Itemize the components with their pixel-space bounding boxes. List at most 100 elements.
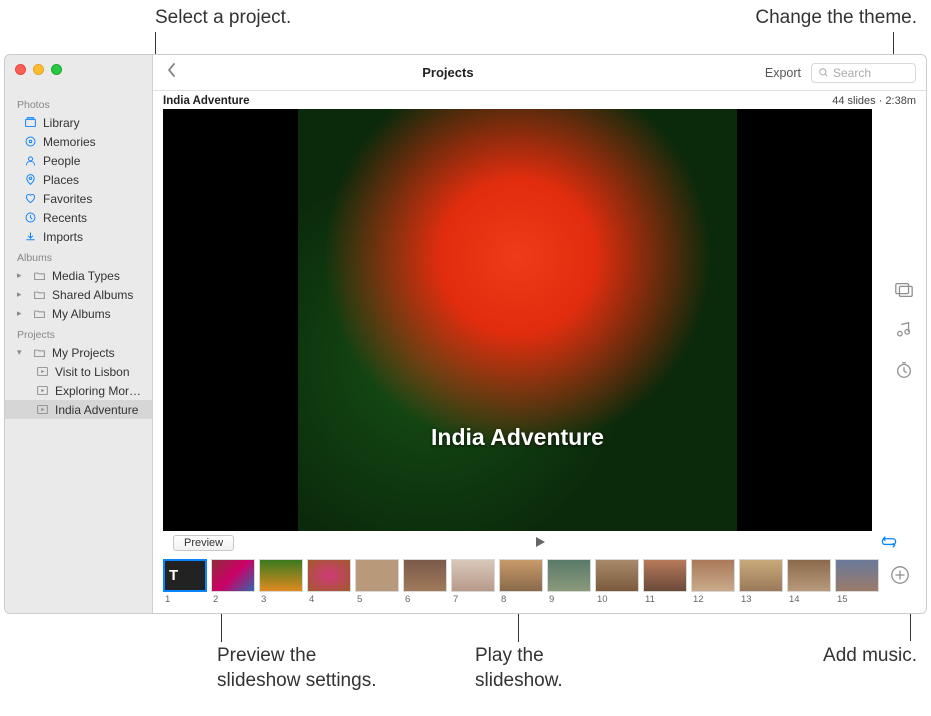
loop-button[interactable] [880,535,898,552]
folder-icon [32,269,46,283]
thumb-num: 9 [547,594,554,605]
sidebar-item-recents[interactable]: Recents [5,208,152,227]
thumb[interactable]: 4 [307,559,351,605]
people-icon [23,154,37,168]
thumb[interactable]: 12 [691,559,735,605]
callout-select-project: Select a project. [155,6,291,31]
sidebar-item-exploring[interactable]: Exploring Mor… [5,381,152,400]
app-window: Photos Library Memories People Places [4,54,927,614]
sidebar-item-label: Memories [43,135,96,149]
heart-icon [23,192,37,206]
viewer-area: India Adventure [153,109,926,531]
preview-button[interactable]: Preview [173,535,234,551]
sidebar-item-my-albums[interactable]: ▸ My Albums [5,304,152,323]
sidebar-item-shared-albums[interactable]: ▸ Shared Albums [5,285,152,304]
callout-change-theme: Change the theme. [755,6,917,31]
main-area: Projects Export Search India Adventure 4… [153,55,926,613]
folder-icon [32,307,46,321]
library-icon [23,116,37,130]
thumb-num: 11 [643,594,655,605]
thumb[interactable]: 7 [451,559,495,605]
thumb-num: 4 [307,594,314,605]
sidebar-item-label: Recents [43,211,87,225]
controls-row: Preview [153,531,926,555]
callout-add-music: Add music. [823,644,917,669]
section-header-albums: Albums [5,246,152,266]
thumb-num: 6 [403,594,410,605]
thumb[interactable]: 3 [259,559,303,605]
sidebar-item-label: Exploring Mor… [55,384,141,398]
thumb-num: 8 [499,594,506,605]
sidebar-item-india-adventure[interactable]: India Adventure [5,400,152,419]
thumb-num: 14 [787,594,800,605]
sidebar-item-places[interactable]: Places [5,170,152,189]
sidebar-item-label: My Projects [52,346,115,360]
thumb[interactable]: 14 [787,559,831,605]
thumb-num: 12 [691,594,704,605]
sidebar-item-label: Media Types [52,269,120,283]
side-tools [882,109,926,531]
sidebar-item-label: Visit to Lisbon [55,365,130,379]
sidebar-item-memories[interactable]: Memories [5,132,152,151]
sidebar: Photos Library Memories People Places [5,55,153,613]
thumb[interactable]: 13 [739,559,783,605]
sidebar-item-my-projects[interactable]: ▾ My Projects [5,343,152,362]
clock-icon [23,211,37,225]
thumb-num: 1 [163,594,170,605]
project-header: India Adventure 44 slides · 2:38m [153,91,926,109]
slideshow-icon [35,403,49,417]
thumb[interactable]: 15 [835,559,879,605]
minimize-button[interactable] [33,64,44,75]
sidebar-item-favorites[interactable]: Favorites [5,189,152,208]
thumb[interactable]: 5 [355,559,399,605]
close-button[interactable] [15,64,26,75]
slideshow-icon [35,365,49,379]
places-icon [23,173,37,187]
thumb-num: 2 [211,594,218,605]
thumb-num: 5 [355,594,362,605]
slideshow-viewer[interactable]: India Adventure [163,109,872,531]
thumb[interactable]: 9 [547,559,591,605]
section-header-photos: Photos [5,93,152,113]
music-button[interactable] [893,319,915,341]
disclosure-down-icon: ▾ [17,347,26,358]
thumb-title[interactable]: T 1 [163,559,207,605]
play-button[interactable] [533,535,547,552]
sidebar-item-label: Shared Albums [52,288,133,302]
title-mark: T [169,567,178,584]
thumb[interactable]: 8 [499,559,543,605]
sidebar-item-visit-lisbon[interactable]: Visit to Lisbon [5,362,152,381]
sidebar-item-people[interactable]: People [5,151,152,170]
thumb-num: 10 [595,594,608,605]
sidebar-item-label: India Adventure [55,403,138,417]
thumb-num: 15 [835,594,848,605]
download-icon [23,230,37,244]
sidebar-item-label: Favorites [43,192,92,206]
thumb[interactable]: 6 [403,559,447,605]
titlebar [5,55,926,75]
project-meta: 44 slides · 2:38m [832,95,916,107]
thumb-num: 3 [259,594,266,605]
thumb[interactable]: 10 [595,559,639,605]
disclosure-icon: ▸ [17,289,26,300]
thumb-num: 13 [739,594,752,605]
thumb[interactable]: 2 [211,559,255,605]
sidebar-item-library[interactable]: Library [5,113,152,132]
sidebar-item-label: Library [43,116,80,130]
slideshow-icon [35,384,49,398]
theme-button[interactable] [893,279,915,301]
zoom-button[interactable] [51,64,62,75]
filmstrip-wrap: T 1 2 3 4 5 6 7 8 9 10 11 12 13 14 15 [153,555,926,613]
sidebar-item-label: Imports [43,230,83,244]
thumb-num: 7 [451,594,458,605]
sidebar-item-imports[interactable]: Imports [5,227,152,246]
memories-icon [23,135,37,149]
project-title: India Adventure [163,95,249,107]
callout-play-slideshow: Play the slideshow. [475,644,563,693]
sidebar-item-media-types[interactable]: ▸ Media Types [5,266,152,285]
timer-button[interactable] [893,359,915,381]
thumb[interactable]: 11 [643,559,687,605]
sidebar-item-label: Places [43,173,79,187]
add-slide-button[interactable] [880,559,920,585]
filmstrip[interactable]: T 1 2 3 4 5 6 7 8 9 10 11 12 13 14 15 [163,559,880,605]
